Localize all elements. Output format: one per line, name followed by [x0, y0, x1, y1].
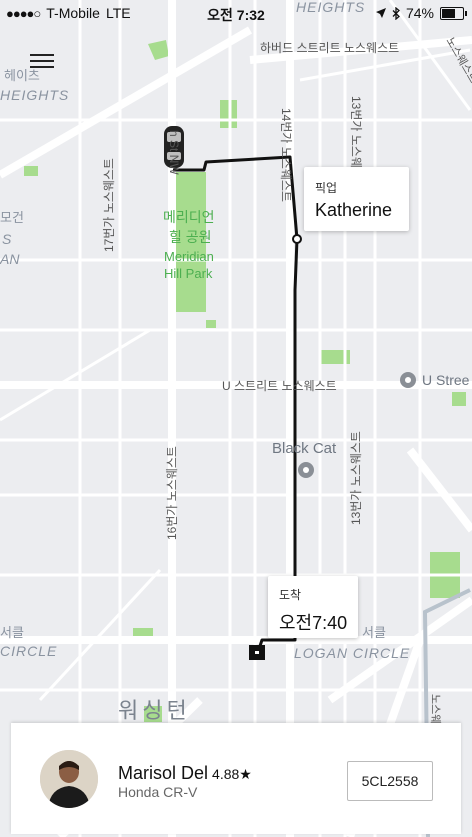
- dropoff-title: 도착: [279, 588, 302, 602]
- dropoff-callout[interactable]: 도착 오전7:40: [268, 576, 358, 638]
- destination-marker-dot: [255, 651, 259, 654]
- map-label: 헤이츠: [4, 68, 40, 83]
- poi-pin-icon: [400, 372, 416, 388]
- pickup-title: 픽업: [315, 181, 338, 195]
- map-label: S: [2, 231, 12, 247]
- map-label: Meridian: [164, 249, 214, 264]
- map-label: 하버드 스트리트 노스웨스트: [260, 41, 399, 55]
- map-label: Black Cat: [272, 440, 337, 457]
- poi-pin-icon: [298, 462, 314, 478]
- map-label: 14번가 노스웨스트: [279, 108, 293, 202]
- map-label: h St NW: [167, 130, 181, 175]
- map-label: 서클: [0, 625, 24, 640]
- car-model: Honda CR-V: [118, 784, 198, 800]
- driver-name-text: Marisol Del: [118, 763, 209, 783]
- map-label: AN: [0, 251, 20, 267]
- dropoff-eta: 오전7:40: [279, 613, 348, 633]
- map-label: 모건: [0, 210, 24, 225]
- battery-icon: [440, 6, 467, 20]
- status-bar: ●●●●○ T-Mobile LTE 오전 7:32 74%: [0, 0, 472, 28]
- map-label: HEIGHTS: [0, 87, 69, 103]
- map-label: 힐 공원: [169, 229, 212, 245]
- map-label: 메리디언: [163, 209, 215, 225]
- driver-card[interactable]: Marisol Del 4.88★ Honda CR-V 5CL2558: [11, 723, 461, 834]
- park-patch: [24, 166, 38, 176]
- map-label: 서클: [362, 625, 386, 640]
- map-label: 워싱턴: [118, 698, 191, 723]
- license-plate: 5CL2558: [347, 761, 433, 801]
- driver-rating: 4.88★: [212, 766, 252, 782]
- map-label: 17번가 노스웨스트: [102, 158, 116, 252]
- pickup-name: Katherine: [315, 200, 393, 220]
- bluetooth-icon: [392, 6, 400, 20]
- map-label: CIRCLE: [0, 643, 57, 659]
- driver-photo-icon: [40, 750, 98, 808]
- map-label: LOGAN CIRCLE: [294, 645, 410, 661]
- battery-percent: 74%: [405, 5, 434, 21]
- map-label: U Stree: [422, 372, 470, 388]
- map-view[interactable]: HEIGHTS 하버드 스트리트 노스웨스트 헤이츠 HEIGHTS h St …: [0, 0, 472, 837]
- driver-avatar[interactable]: [40, 750, 98, 808]
- menu-icon[interactable]: [30, 50, 54, 70]
- park-patch: [206, 320, 216, 328]
- battery-level-fill: [442, 8, 456, 18]
- map-label: 16번가 노스웨스트: [165, 446, 179, 540]
- map-label: Hill Park: [164, 266, 213, 281]
- location-arrow-icon: [375, 8, 386, 18]
- map-label: U 스트리트 노스웨스트: [222, 379, 337, 393]
- phone-screen: HEIGHTS 하버드 스트리트 노스웨스트 헤이츠 HEIGHTS h St …: [0, 0, 472, 837]
- map-label: 13번가 노스웨스트: [349, 431, 363, 525]
- pickup-point: [292, 234, 302, 244]
- pickup-callout[interactable]: 픽업 Katherine: [304, 167, 409, 231]
- driver-name: Marisol Del 4.88★: [118, 763, 252, 784]
- park-patch: [452, 392, 466, 406]
